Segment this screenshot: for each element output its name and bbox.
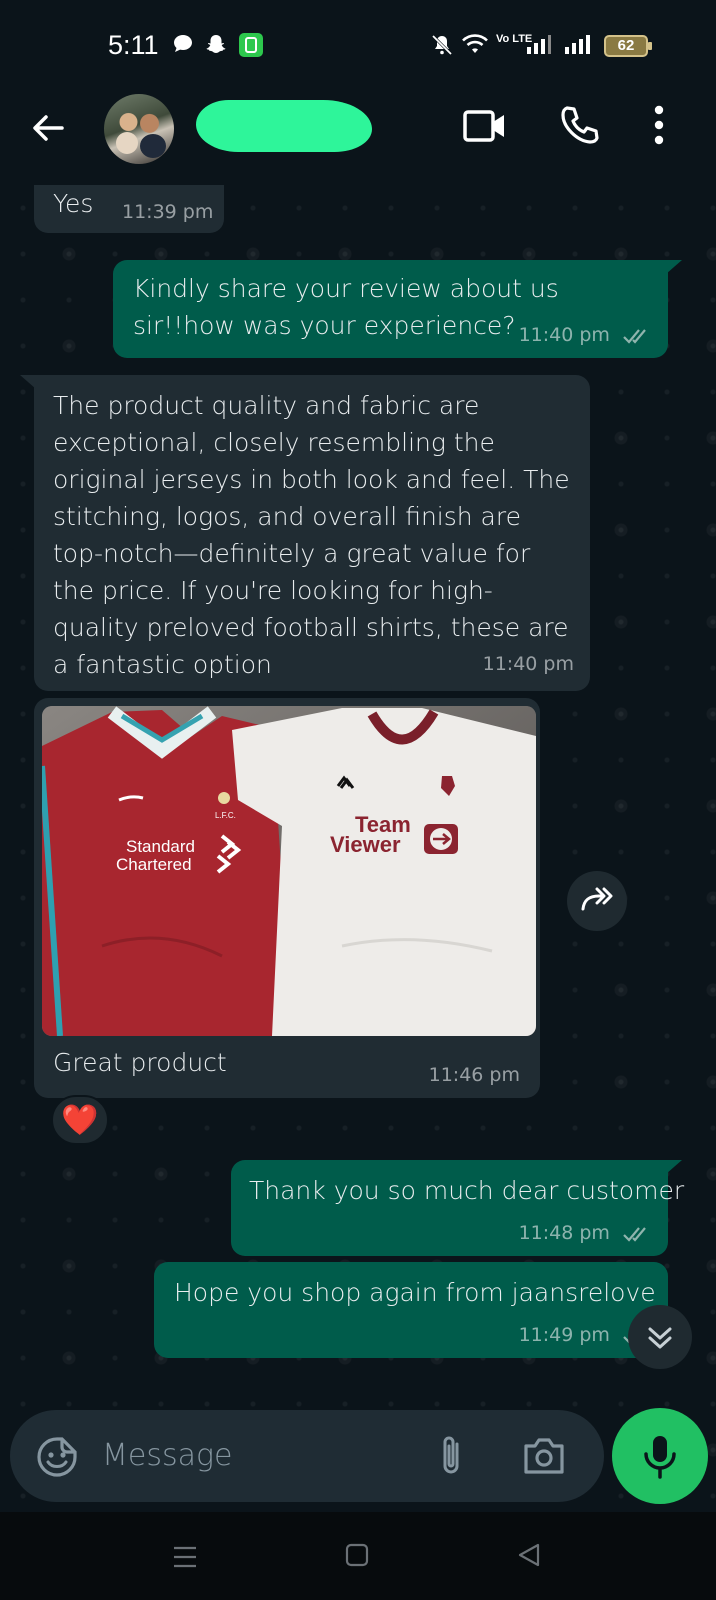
microphone-icon xyxy=(644,1436,676,1479)
message-notification-icon xyxy=(174,35,192,52)
signal-strength-icon xyxy=(527,35,551,54)
conversation-area[interactable]: Yes 11:39 pm Kindly share your review ab… xyxy=(0,185,716,1510)
message-time: 11:46 pm xyxy=(428,1064,520,1086)
message-composer xyxy=(10,1410,604,1502)
signal-strength-icon-2 xyxy=(565,35,590,54)
battery-icon: 62 xyxy=(604,35,652,57)
app-notification-icon xyxy=(239,33,263,57)
contact-avatar[interactable] xyxy=(104,94,174,164)
jerseys-image: L.F.C. Standard Chartered Team Viewer xyxy=(42,706,536,1036)
message-time: 11:48 pm xyxy=(518,1222,610,1244)
outgoing-message[interactable]: Kindly share your review about us sir!!h… xyxy=(113,260,668,358)
message-time-row: 11:48 pm xyxy=(519,1222,652,1244)
status-time: 5:11 xyxy=(108,30,159,60)
message-input[interactable] xyxy=(102,1432,412,1478)
bubble-tail xyxy=(666,1160,682,1174)
chat-header xyxy=(0,90,716,185)
message-text: Thank you so much dear customer xyxy=(249,1176,685,1205)
contact-name-redacted[interactable] xyxy=(196,100,372,152)
sticker-icon[interactable] xyxy=(36,1436,78,1478)
message-time: 11:39 pm xyxy=(122,201,214,223)
mute-bell-icon xyxy=(431,34,453,56)
read-ticks-icon xyxy=(623,1226,646,1242)
message-time: 11:40 pm xyxy=(518,324,610,346)
outgoing-message[interactable]: Hope you shop again from jaansrelove 11:… xyxy=(154,1262,668,1358)
svg-text:Viewer: Viewer xyxy=(330,832,401,857)
incoming-message[interactable]: Yes 11:39 pm xyxy=(34,185,224,233)
message-time-row: 11:40 pm xyxy=(519,324,652,346)
camera-icon[interactable] xyxy=(522,1436,566,1476)
message-time: 11:49 pm xyxy=(518,1324,610,1346)
back-arrow-icon[interactable] xyxy=(28,108,68,148)
message-time: 11:40 pm xyxy=(482,653,574,675)
shirts-photo[interactable]: L.F.C. Standard Chartered Team Viewer xyxy=(42,706,536,1036)
reaction-badge[interactable]: ❤️ xyxy=(51,1095,109,1145)
message-text: Yes xyxy=(53,189,94,218)
message-text: The product quality and fabric are excep… xyxy=(53,391,570,679)
attach-icon[interactable] xyxy=(436,1434,466,1480)
battery-level: 62 xyxy=(617,37,635,54)
voice-message-button[interactable] xyxy=(612,1408,708,1504)
incoming-image-message[interactable]: L.F.C. Standard Chartered Team Viewer Gr… xyxy=(34,698,540,1098)
bubble-tail xyxy=(20,375,36,389)
snapchat-icon xyxy=(206,35,226,53)
voice-call-icon[interactable] xyxy=(558,104,600,146)
double-chevron-down-icon xyxy=(648,1327,672,1349)
read-ticks-icon xyxy=(623,328,646,344)
sponsor-standard-chartered: Standard xyxy=(126,837,195,856)
back-nav-icon[interactable] xyxy=(516,1542,542,1568)
message-text: Hope you shop again from jaansrelove xyxy=(174,1278,656,1307)
video-call-icon[interactable] xyxy=(462,106,508,146)
home-icon[interactable] xyxy=(344,1542,370,1568)
recent-apps-icon[interactable] xyxy=(172,1544,198,1570)
status-bar: 5:11 Vo LTE 62 xyxy=(0,0,716,90)
forward-icon xyxy=(581,887,613,911)
outgoing-message[interactable]: Thank you so much dear customer 11:48 pm xyxy=(231,1160,684,1256)
heart-reaction-icon: ❤️ xyxy=(61,1103,99,1138)
wifi-icon xyxy=(462,34,488,53)
image-caption: Great product xyxy=(53,1048,227,1077)
scroll-to-bottom-button[interactable] xyxy=(628,1305,692,1369)
lfc-badge-text: L.F.C. xyxy=(215,811,236,820)
more-options-icon[interactable] xyxy=(652,104,666,146)
svg-text:Chartered: Chartered xyxy=(116,855,192,874)
system-navigation-bar xyxy=(0,1512,716,1600)
forward-button[interactable] xyxy=(567,871,627,931)
incoming-message[interactable]: The product quality and fabric are excep… xyxy=(34,375,590,691)
bubble-tail xyxy=(666,260,682,274)
